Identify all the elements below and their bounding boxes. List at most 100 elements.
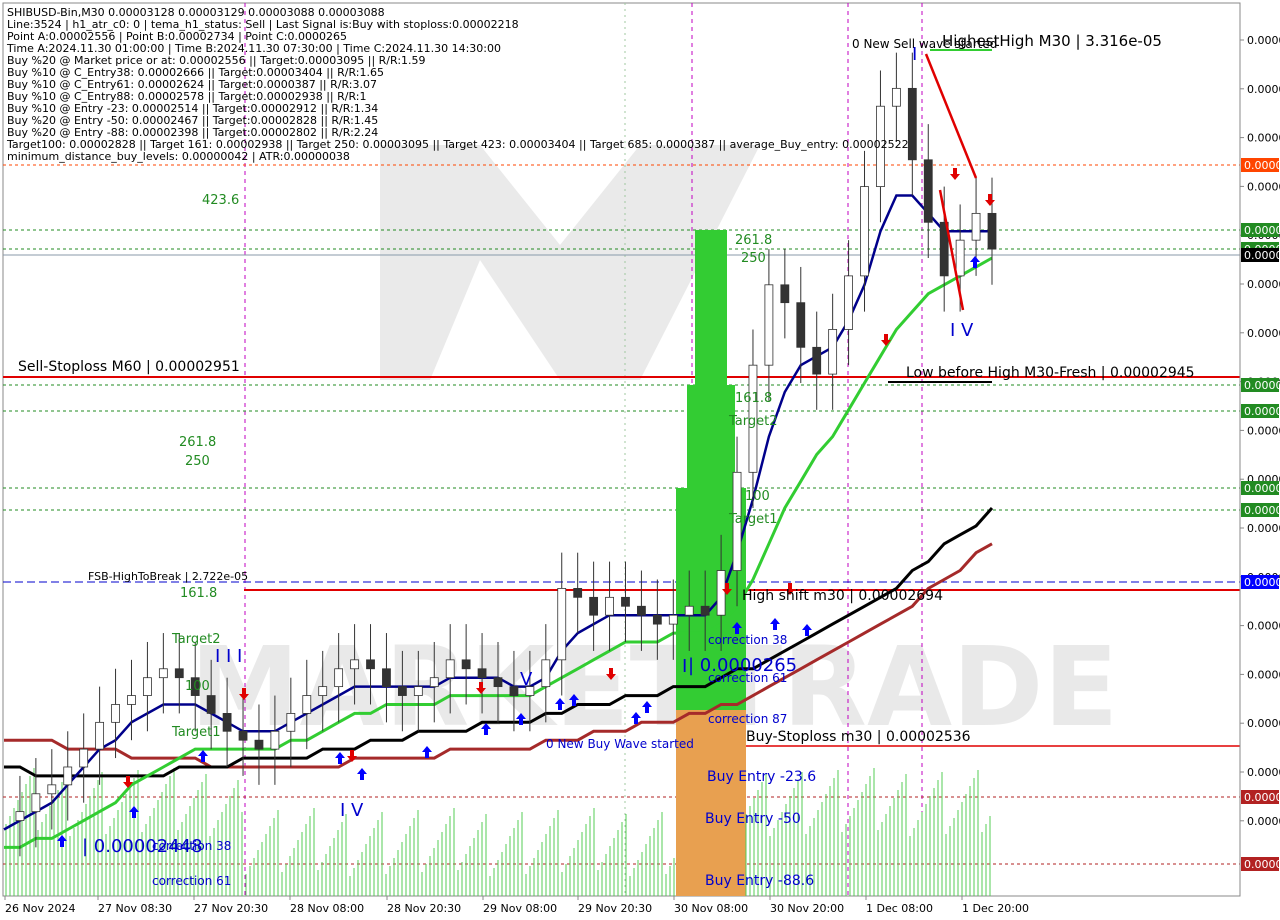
candle-body — [891, 87, 901, 107]
candle-body — [174, 668, 184, 679]
candle-body — [334, 668, 344, 688]
candle-body — [445, 659, 455, 679]
candle-body — [605, 596, 614, 616]
candle-body — [589, 596, 599, 616]
price-tick-label: 0.0000 — [1247, 132, 1280, 145]
candle-body — [652, 614, 662, 625]
fib-left-target2: Target2 — [171, 632, 221, 647]
fib-mid-100: 100 — [745, 489, 770, 504]
candle-body — [461, 659, 471, 670]
zone-correction-38: correction 38 — [708, 633, 787, 647]
candle-body — [366, 659, 375, 670]
candle-body — [955, 239, 965, 277]
price-tick-label: 0.0000 — [1247, 522, 1280, 535]
left-zone-correction-61: correction 61 — [152, 874, 231, 888]
wave-label-iii: I I I — [215, 646, 242, 667]
price-tick-label: 0.0000 — [1247, 180, 1280, 193]
candle-body — [254, 739, 264, 750]
candle-body — [700, 605, 710, 616]
time-tick-label: 26 Nov 2024 — [5, 902, 75, 915]
candle-body — [286, 713, 296, 732]
candle-body — [127, 695, 136, 705]
price-tick-label: 0.0000 — [1247, 620, 1280, 633]
price-tick-label: 0.0000 — [1247, 815, 1280, 828]
fib-left-250: 250 — [185, 454, 210, 469]
fib-mid-target2: Target2 — [728, 414, 778, 429]
zone-buy-entry-23: Buy Entry -23.6 — [707, 769, 816, 785]
wave-label-i-top: I — [912, 44, 917, 65]
price-tick-label: 0.0000 — [1247, 424, 1280, 437]
time-tick-label: 30 Nov 08:00 — [674, 902, 748, 915]
candle-body — [637, 605, 646, 616]
price-tick-label: 0.0000 — [1247, 766, 1280, 779]
candle-body — [509, 686, 519, 696]
time-tick-label: 1 Dec 08:00 — [866, 902, 933, 915]
time-tick-label: 28 Nov 08:00 — [290, 902, 364, 915]
level-label-sell-stoploss: Sell-Stoploss M60 | 0.00002951 — [18, 359, 240, 375]
info-line: minimum_distance_buy_levels: 0.00000042 … — [7, 150, 350, 163]
wave-label-v: V — [520, 669, 533, 690]
fib-left-100: 100 — [185, 679, 210, 694]
fib-left-target1: Target1 — [171, 725, 221, 740]
price-tag-label: 0.0000 — [1244, 858, 1280, 871]
wave-new-sell: 0 New Sell wave started — [852, 37, 997, 51]
zone-buy-entry-88: Buy Entry -88.6 — [705, 873, 814, 889]
candle-body — [860, 186, 869, 277]
time-tick-label: 30 Nov 20:00 — [770, 902, 844, 915]
time-tick-label: 1 Dec 20:00 — [962, 902, 1029, 915]
candle-body — [684, 605, 694, 616]
point-label-low: | 0.00002448 — [82, 836, 203, 857]
price-tag-label: 0.0000 — [1244, 482, 1280, 495]
level-label-buy-stoploss: Buy-Stoploss m30 | 0.00002536 — [746, 729, 971, 745]
candle-body — [429, 677, 439, 688]
candle-body — [573, 588, 583, 598]
price-tick-label: 0.0000 — [1247, 34, 1280, 47]
candle-body — [397, 686, 407, 696]
fib-left-261: 261.8 — [179, 435, 216, 450]
price-tag-label: 0.0000 — [1244, 224, 1280, 237]
price-tag-label: 0.0000 — [1244, 159, 1280, 172]
candle-body — [780, 284, 790, 304]
candle-body — [812, 346, 822, 375]
candle-body — [143, 677, 152, 696]
price-tick-label: 0.0000 — [1247, 717, 1280, 730]
price-tag-label: 0.0000 — [1244, 504, 1280, 517]
price-tick-label: 0.0000 — [1247, 83, 1280, 96]
price-tag-label: 0.0000 — [1244, 405, 1280, 418]
candle-body — [557, 588, 567, 661]
candle-body — [318, 686, 328, 696]
zone-buy-entry-50: Buy Entry -50 — [705, 811, 801, 827]
fib-left-161: 161.8 — [180, 586, 217, 601]
candle-body — [79, 748, 89, 768]
zone-green-top — [695, 230, 727, 385]
wave-new-buy: 0 New Buy Wave started — [546, 737, 694, 751]
level-label-low-before-high: Low before High M30-Fresh | 0.00002945 — [906, 365, 1195, 381]
candle-body — [31, 793, 41, 813]
candle-body — [987, 212, 997, 250]
candle-body — [111, 704, 120, 723]
wave-label-iv-left: I V — [340, 800, 364, 821]
price-tick-label: 0.0000 — [1247, 668, 1280, 681]
candle-body — [222, 713, 232, 732]
fib-mid-161: 161.8 — [735, 391, 772, 406]
candle-body — [796, 302, 806, 348]
candle-body — [923, 159, 933, 223]
time-tick-label: 28 Nov 20:30 — [387, 902, 461, 915]
fib-mid-261: 261.8 — [735, 233, 772, 248]
trading-chart: MARKETTRADE SHIBUSD-Bin,M30 0.00003128 0… — [0, 0, 1280, 920]
candle-body — [158, 668, 168, 679]
candle-body — [668, 614, 678, 625]
point-label-c: | 0.0000265 — [688, 655, 797, 676]
candle-body — [844, 275, 853, 330]
candle-body — [15, 811, 25, 821]
candle-body — [238, 730, 248, 741]
level-label-high-shift: High shift m30 | 0.00002694 — [742, 588, 943, 604]
fib-left-423: 423.6 — [202, 193, 239, 208]
price-tag-label: 0.0000 — [1244, 379, 1280, 392]
candle-body — [95, 721, 105, 750]
candle-body — [206, 695, 216, 714]
time-tick-label: 29 Nov 20:30 — [578, 902, 652, 915]
candle-body — [621, 596, 630, 607]
time-tick-label: 27 Nov 08:30 — [98, 902, 172, 915]
candle-body — [413, 686, 423, 696]
